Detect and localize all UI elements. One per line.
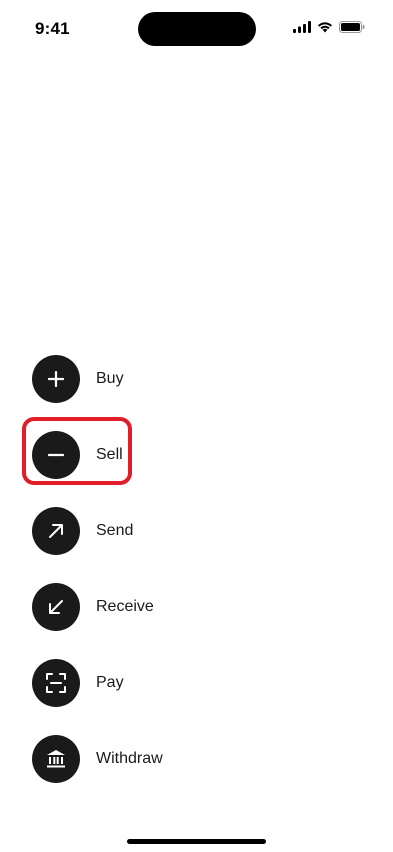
send-label: Send xyxy=(96,522,134,539)
sell-action[interactable]: Sell xyxy=(32,431,362,479)
arrow-down-left-icon xyxy=(49,600,63,614)
action-list: Buy Sell Send Receive Pay Withdraw xyxy=(32,355,362,811)
buy-label: Buy xyxy=(96,370,124,387)
buy-icon-circle xyxy=(32,355,80,403)
send-action[interactable]: Send xyxy=(32,507,362,555)
scan-icon xyxy=(46,673,66,693)
status-time: 9:41 xyxy=(35,19,70,38)
battery-icon xyxy=(339,21,365,33)
wifi-icon xyxy=(318,22,332,33)
signal-icon xyxy=(293,21,311,33)
plus-icon xyxy=(48,371,64,387)
withdraw-action[interactable]: Withdraw xyxy=(32,735,362,783)
receive-label: Receive xyxy=(96,598,154,615)
status-icons xyxy=(293,21,365,33)
status-bar: 9:41 xyxy=(0,0,393,54)
arrow-up-right-icon xyxy=(49,524,63,538)
sell-label: Sell xyxy=(96,446,123,463)
dynamic-island xyxy=(138,12,256,46)
withdraw-icon-circle xyxy=(32,735,80,783)
pay-label: Pay xyxy=(96,674,124,691)
minus-icon xyxy=(48,453,64,457)
receive-icon-circle xyxy=(32,583,80,631)
pay-action[interactable]: Pay xyxy=(32,659,362,707)
receive-action[interactable]: Receive xyxy=(32,583,362,631)
buy-action[interactable]: Buy xyxy=(32,355,362,403)
pay-icon-circle xyxy=(32,659,80,707)
send-icon-circle xyxy=(32,507,80,555)
withdraw-label: Withdraw xyxy=(96,750,163,767)
sell-icon-circle xyxy=(32,431,80,479)
home-indicator[interactable] xyxy=(127,839,266,844)
bank-icon xyxy=(47,750,65,768)
